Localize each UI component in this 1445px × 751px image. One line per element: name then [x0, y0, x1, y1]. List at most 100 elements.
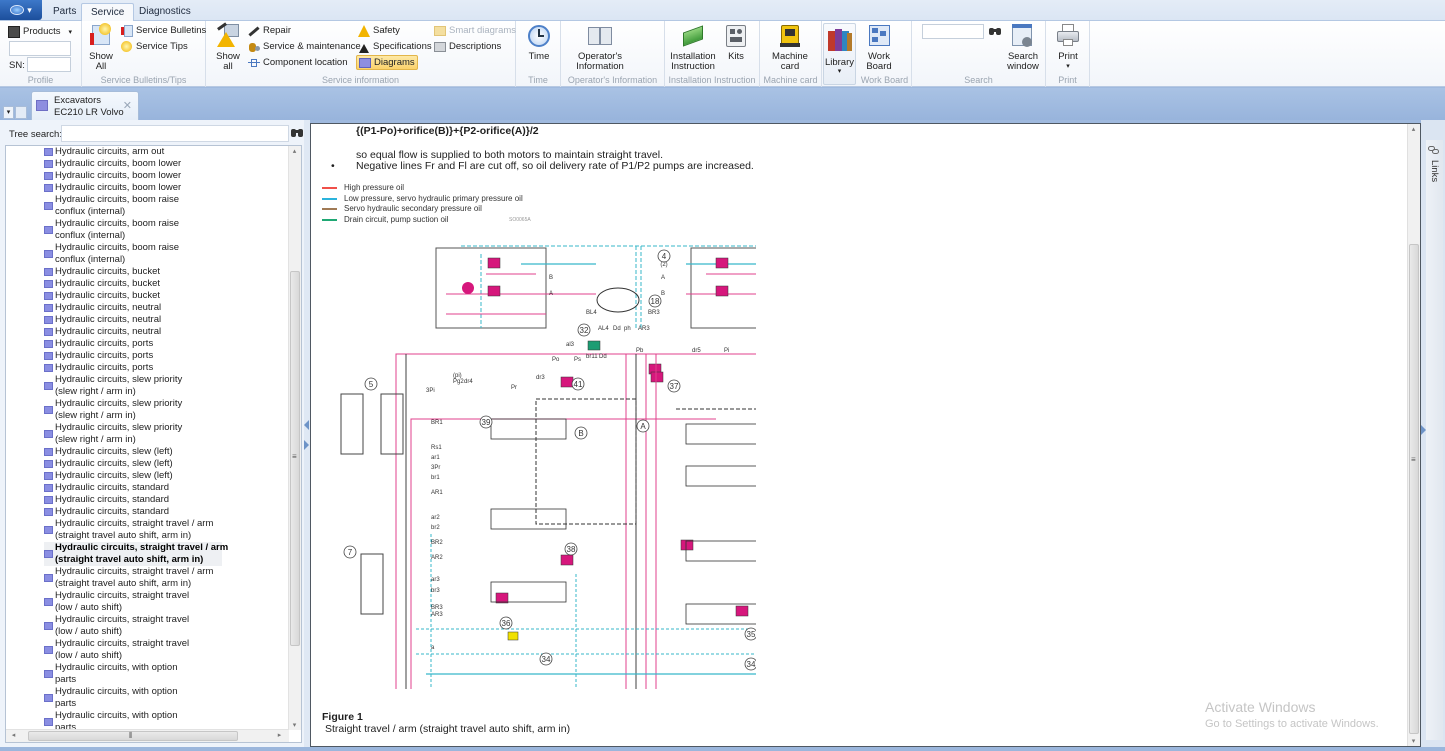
tree-item[interactable]: Hydraulic circuits, straight travel / ar…	[44, 542, 228, 566]
smart-diagrams-button[interactable]: Smart diagrams	[432, 23, 518, 38]
tree-search-input[interactable]	[61, 125, 289, 142]
tree-item[interactable]: Hydraulic circuits, straight travel (low …	[44, 638, 284, 662]
scroll-up-icon[interactable]: ▴	[289, 147, 300, 155]
tree-vertical-scrollbar[interactable]: ▴ ≡ ▾	[288, 146, 301, 730]
port-label: 3Pi	[426, 388, 435, 394]
tree-item[interactable]: Hydraulic circuits, boom raise conflux (i…	[44, 242, 284, 266]
tree-item[interactable]: Hydraulic circuits, neutral	[44, 302, 284, 314]
scroll-down-icon[interactable]: ▾	[1408, 737, 1419, 745]
group-label-operators: Operator's Information	[567, 75, 658, 85]
operators-information-button[interactable]: Operator's Information	[569, 23, 631, 72]
diagram-icon	[44, 268, 53, 276]
kits-button[interactable]: Kits	[723, 23, 749, 62]
tree-item[interactable]: Hydraulic circuits, ports	[44, 362, 284, 374]
safety-button[interactable]: Safety	[356, 23, 402, 38]
diagram-icon	[44, 316, 53, 324]
tab-service[interactable]: Service	[81, 3, 135, 22]
binoculars-icon[interactable]	[291, 126, 303, 138]
expand-links-icon[interactable]	[1421, 425, 1426, 435]
tree-item-label: Hydraulic circuits, arm out	[55, 146, 165, 157]
tree-item[interactable]: Hydraulic circuits, standard	[44, 482, 284, 494]
tree-item[interactable]: Hydraulic circuits, standard	[44, 506, 284, 518]
search-window-button[interactable]: Search window	[1006, 23, 1040, 72]
group-time: Time Time	[516, 21, 561, 87]
port-label: AR3	[431, 612, 443, 618]
tab-diagnostics[interactable]: Diagnostics	[130, 3, 200, 21]
tree-item[interactable]: Hydraulic circuits, ports	[44, 350, 284, 362]
tree-item[interactable]: Hydraulic circuits, straight travel / ar…	[44, 518, 284, 542]
work-board-button[interactable]: Work Board	[864, 23, 894, 72]
tree-item[interactable]: Hydraulic circuits, bucket	[44, 266, 284, 278]
tree-horizontal-scrollbar[interactable]: ◂ ⦀ ▸	[6, 729, 289, 742]
time-button[interactable]: Time	[526, 23, 552, 62]
tree-item[interactable]: Hydraulic circuits, straight travel / ar…	[44, 566, 284, 590]
tree-item[interactable]: Hydraulic circuits, neutral	[44, 326, 284, 338]
diagram-icon	[44, 250, 53, 258]
tree-item[interactable]: Hydraulic circuits, neutral	[44, 314, 284, 326]
repair-button[interactable]: Repair	[246, 23, 293, 38]
callout-label: 32	[580, 326, 589, 335]
show-all-service-button[interactable]: Show all	[214, 22, 242, 72]
new-tab-button[interactable]	[15, 106, 27, 119]
diagram-icon	[44, 382, 53, 390]
tree-item[interactable]: Hydraulic circuits, boom raise conflux (i…	[44, 218, 284, 242]
search-input[interactable]	[922, 24, 984, 39]
diagrams-button[interactable]: Diagrams	[356, 55, 418, 70]
service-bulletins-button[interactable]: Service Bulletins	[119, 23, 208, 38]
tree-item[interactable]: Hydraulic circuits, straight travel (low …	[44, 614, 284, 638]
binoculars-icon[interactable]	[989, 25, 1002, 36]
tree-item[interactable]: Hydraulic circuits, boom raise conflux (i…	[44, 194, 284, 218]
descriptions-button[interactable]: Descriptions	[432, 39, 503, 54]
machine-card-button[interactable]: Machine card	[765, 23, 815, 72]
show-all-bulletins-button[interactable]: Show All	[87, 23, 115, 72]
tree-vscroll-thumb[interactable]: ≡	[290, 271, 300, 646]
tab-list-dropdown[interactable]: ▾	[3, 106, 14, 119]
service-maintenance-button[interactable]: Service & maintenance	[246, 39, 363, 54]
tree-hscroll-thumb[interactable]: ⦀	[28, 731, 238, 741]
tree-item[interactable]: Hydraulic circuits, slew priority (slew r…	[44, 374, 284, 398]
tree-item[interactable]: Hydraulic circuits, boom lower	[44, 182, 284, 194]
tree-item[interactable]: Hydraulic circuits, boom lower	[44, 158, 284, 170]
document-vscroll-thumb[interactable]: ≡	[1409, 244, 1419, 734]
tree-item[interactable]: Hydraulic circuits, with option parts	[44, 686, 284, 710]
callout-label: 41	[574, 380, 583, 389]
component-location-button[interactable]: Component location	[246, 55, 350, 70]
tree-item[interactable]: Hydraulic circuits, arm out	[44, 146, 284, 158]
tree-item-label: (low / auto shift)	[55, 602, 123, 613]
application-menu-button[interactable]: ▾	[0, 0, 42, 20]
tree-item-label: (low / auto shift)	[55, 626, 123, 637]
tree-item[interactable]: Hydraulic circuits, straight travel (low …	[44, 590, 284, 614]
tree-item[interactable]: Hydraulic circuits, ports	[44, 338, 284, 350]
tree-item[interactable]: Hydraulic circuits, slew (left)	[44, 470, 284, 482]
expand-right-icon[interactable]	[304, 440, 309, 450]
scroll-left-icon[interactable]: ◂	[8, 731, 19, 739]
tree-item[interactable]: Hydraulic circuits, boom lower	[44, 170, 284, 182]
group-label-work-board: Work Board	[860, 75, 909, 85]
tree-item[interactable]: Hydraulic circuits, bucket	[44, 290, 284, 302]
collapse-left-icon[interactable]	[304, 420, 309, 430]
scroll-up-icon[interactable]: ▴	[1408, 125, 1419, 133]
scroll-right-icon[interactable]: ▸	[274, 731, 285, 739]
tree-item[interactable]: Hydraulic circuits, with option parts	[44, 662, 284, 686]
tree-item[interactable]: Hydraulic circuits, slew (left)	[44, 446, 284, 458]
print-button[interactable]: Print ▾	[1055, 23, 1081, 72]
sn-input[interactable]	[27, 57, 71, 72]
tab-parts[interactable]: Parts	[44, 3, 85, 21]
installation-instruction-button[interactable]: Installation Instruction	[668, 23, 718, 72]
links-tab[interactable]: Links	[1426, 140, 1443, 740]
service-tips-button[interactable]: Service Tips	[119, 39, 190, 54]
scroll-down-icon[interactable]: ▾	[289, 721, 300, 729]
tree-item[interactable]: Hydraulic circuits, slew (left)	[44, 458, 284, 470]
library-button[interactable]: Library ▾	[823, 23, 856, 85]
tree-item[interactable]: Hydraulic circuits, bucket	[44, 278, 284, 290]
document-vertical-scrollbar[interactable]: ▴ ≡ ▾	[1407, 124, 1420, 746]
tree-item-label: Hydraulic circuits, slew (left)	[55, 470, 173, 481]
product-input[interactable]	[9, 41, 71, 56]
close-icon[interactable]: ✕	[123, 99, 132, 112]
tree-item[interactable]: Hydraulic circuits, slew priority (slew r…	[44, 398, 284, 422]
specifications-button[interactable]: Specifications	[356, 39, 434, 54]
tree-item[interactable]: Hydraulic circuits, standard	[44, 494, 284, 506]
tree-item[interactable]: Hydraulic circuits, slew priority (slew r…	[44, 422, 284, 446]
document-tab[interactable]: Excavators EC210 LR Volvo ✕	[31, 91, 139, 120]
products-dropdown[interactable]: Products ▾	[6, 24, 74, 39]
